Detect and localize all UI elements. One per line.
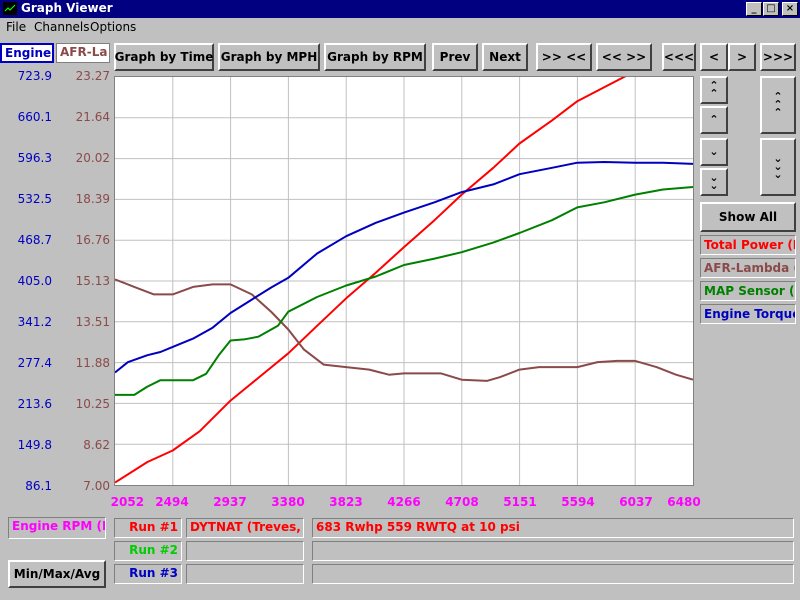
pan-left-button[interactable]: < xyxy=(700,43,728,71)
chevron-down-icon: ⌄ xyxy=(709,145,719,158)
menu-file[interactable]: File xyxy=(6,20,26,34)
chevron-up-icon: ⌃ xyxy=(709,113,719,126)
zoom-in-button[interactable]: >> << xyxy=(536,43,592,71)
afr-axis-tick: 7.00 xyxy=(83,479,110,493)
pan-far-left-button[interactable]: <<< xyxy=(662,43,696,71)
scale-down-button[interactable]: ⌄ xyxy=(700,138,728,166)
next-button[interactable]: Next xyxy=(482,43,528,71)
x-axis-tick: 2937 xyxy=(213,495,247,509)
run3-name xyxy=(186,564,304,584)
prev-button[interactable]: Prev xyxy=(432,43,478,71)
pan-far-right-button[interactable]: >>> xyxy=(760,43,796,71)
close-button[interactable]: × xyxy=(782,2,798,16)
afr-axis-tick: 13.51 xyxy=(75,315,110,329)
afr-axis-tick: 10.25 xyxy=(75,397,110,411)
run3-description xyxy=(312,564,794,584)
shift-up-button[interactable]: ⌃ ⌃ ⌃ xyxy=(760,76,796,134)
plot-area[interactable] xyxy=(114,47,694,486)
x-axis-tick: 4708 xyxy=(445,495,479,509)
legend-total-power[interactable]: Total Power (H xyxy=(700,235,796,255)
zoom-out-button[interactable]: << >> xyxy=(596,43,652,71)
engine-axis-tick: 86.1 xyxy=(25,479,52,493)
afr-axis-tick: 16.76 xyxy=(75,233,110,247)
run2-name xyxy=(186,541,304,561)
engine-axis-tick: 149.8 xyxy=(17,438,52,452)
afr-axis-tick: 18.39 xyxy=(75,192,110,206)
x-axis-tick: 6037 xyxy=(619,495,653,509)
triple-chevron-up-icon: ⌃ ⌃ ⌃ xyxy=(773,90,783,119)
engine-axis-tick: 277.4 xyxy=(17,356,52,370)
engine-axis-tick: 660.1 xyxy=(17,110,52,124)
scale-up-button[interactable]: ⌃ xyxy=(700,106,728,134)
run1-description: 683 Rwhp 559 RWTQ at 10 psi xyxy=(312,518,794,538)
afr-axis-tick: 15.13 xyxy=(75,274,110,288)
scale-down-double-button[interactable]: ⌄ ⌄ xyxy=(700,168,728,196)
x-axis-tick: 4266 xyxy=(387,495,421,509)
triple-chevron-down-icon: ⌄ ⌄ ⌄ xyxy=(773,152,783,181)
x-axis-tick: 6480 xyxy=(667,495,701,509)
engine-axis-tick: 213.6 xyxy=(17,397,52,411)
afr-axis-tick: 21.64 xyxy=(75,110,110,124)
engine-axis-tick: 723.9 xyxy=(17,69,52,83)
double-chevron-down-icon: ⌄ ⌄ xyxy=(709,171,719,192)
chart-svg xyxy=(114,47,694,485)
scale-up-double-button[interactable]: ⌃ ⌃ xyxy=(700,76,728,104)
afr-axis-tick: 8.62 xyxy=(83,438,110,452)
min-max-avg-button[interactable]: Min/Max/Avg xyxy=(8,560,106,588)
engine-axis-tick: 341.2 xyxy=(17,315,52,329)
afr-axis-tick: 23.27 xyxy=(75,69,110,83)
afr-axis-tab[interactable]: AFR-La xyxy=(56,43,110,63)
graph-by-rpm-button[interactable]: Graph by RPM xyxy=(324,43,426,71)
run3-label: Run #3 xyxy=(114,564,182,584)
x-axis-tick: 3380 xyxy=(271,495,305,509)
afr-axis-tick: 20.02 xyxy=(75,151,110,165)
pan-right-button[interactable]: > xyxy=(728,43,756,71)
run2-description xyxy=(312,541,794,561)
show-all-button[interactable]: Show All xyxy=(700,202,796,232)
legend-map-sensor[interactable]: MAP Sensor (k xyxy=(700,281,796,301)
legend-afr-lambda[interactable]: AFR-Lambda ( xyxy=(700,258,796,278)
engine-axis-tick: 532.5 xyxy=(17,192,52,206)
menu-options[interactable]: Options xyxy=(90,20,136,34)
window-title: Graph Viewer xyxy=(21,1,113,15)
engine-axis-tick: 468.7 xyxy=(17,233,52,247)
engine-axis-tick: 596.3 xyxy=(17,151,52,165)
title-bar: Graph Viewer _ □ × xyxy=(0,0,800,18)
x-axis-tick: 2052 xyxy=(110,495,145,509)
x-axis-tick: 5151 xyxy=(503,495,537,509)
graph-by-mph-button[interactable]: Graph by MPH xyxy=(218,43,320,71)
minimize-button[interactable]: _ xyxy=(746,2,762,16)
x-axis-tick: 2494 xyxy=(155,495,189,509)
run1-name: DYTNAT (Treves, xyxy=(186,518,304,538)
run2-label: Run #2 xyxy=(114,541,182,561)
graph-by-time-button[interactable]: Graph by Time xyxy=(114,43,214,71)
legend-engine-torque[interactable]: Engine Torque xyxy=(700,304,796,324)
x-axis-tick: 3823 xyxy=(329,495,363,509)
shift-down-button[interactable]: ⌄ ⌄ ⌄ xyxy=(760,138,796,196)
afr-axis-tick: 11.88 xyxy=(75,356,110,370)
run1-label: Run #1 xyxy=(114,518,182,538)
x-axis-tick: 5594 xyxy=(561,495,595,509)
menu-bar: File Channels Options xyxy=(0,18,800,38)
double-chevron-up-icon: ⌃ ⌃ xyxy=(709,79,719,100)
x-channel-selector[interactable]: Engine RPM (R xyxy=(8,517,106,539)
app-icon xyxy=(3,2,17,15)
maximize-button[interactable]: □ xyxy=(763,2,779,16)
menu-channels[interactable]: Channels xyxy=(34,20,90,34)
engine-axis-tab[interactable]: Engine xyxy=(0,43,54,63)
engine-axis-tick: 405.0 xyxy=(17,274,52,288)
